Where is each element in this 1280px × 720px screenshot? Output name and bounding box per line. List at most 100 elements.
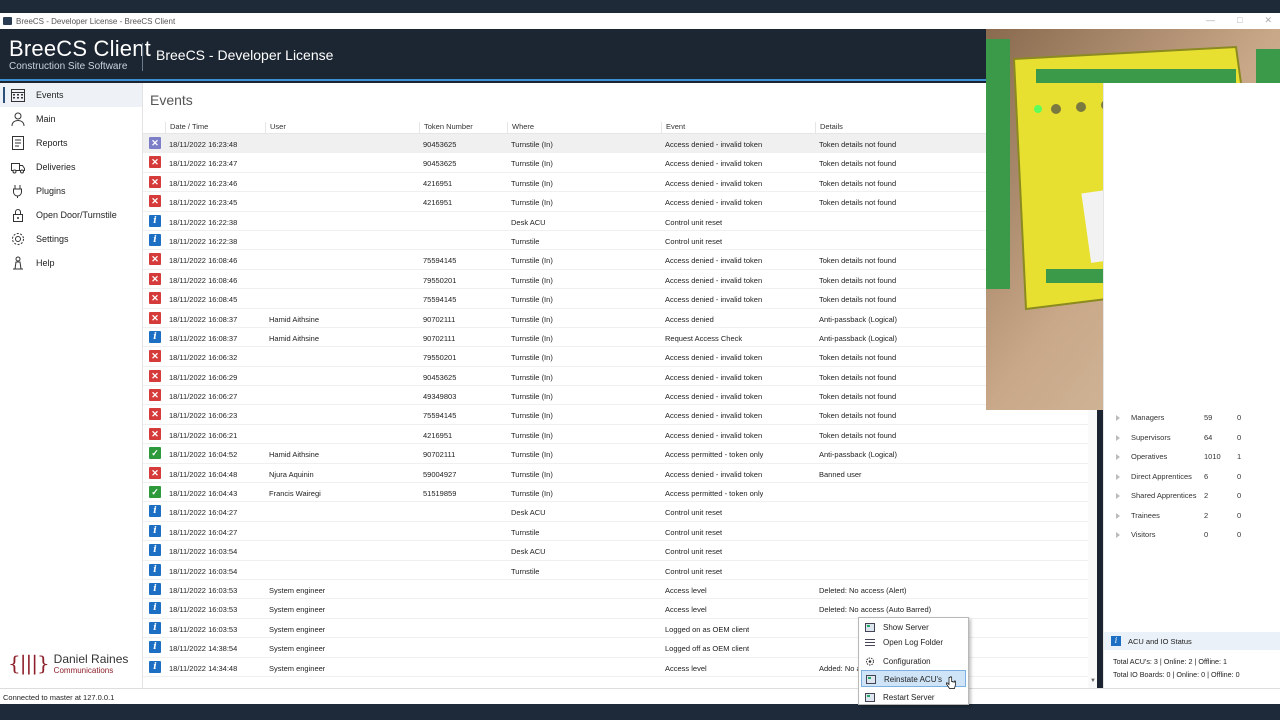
cell-where: Turnstile (In): [511, 159, 553, 169]
cell-event: Access denied - invalid token: [665, 159, 763, 169]
close-icon[interactable]: ✕: [1264, 15, 1272, 26]
person-icon: [11, 112, 25, 127]
cell-event: Access level: [665, 663, 707, 673]
menu-item-configuration[interactable]: Configuration: [861, 653, 966, 670]
menu-item-open-log-folder[interactable]: Open Log Folder: [861, 634, 966, 651]
table-row[interactable]: ✓ 18/11/2022 16:04:52 Hamid Aithsine 907021…: [143, 444, 1096, 464]
cell-details: Token details not found: [819, 372, 897, 382]
cell-event: Access permitted - token only: [665, 489, 764, 499]
table-row[interactable]: i 18/11/2022 16:03:53 System engineer Acces…: [143, 580, 1096, 600]
sidebar-item-open-door[interactable]: Open Door/Turnstile: [0, 203, 142, 227]
maximize-icon[interactable]: □: [1237, 15, 1242, 26]
table-row[interactable]: ✕ 18/11/2022 16:06:27 49349803 Turnstile (I…: [143, 386, 1096, 406]
info-icon: i: [149, 233, 161, 246]
cell-token: 75594145: [423, 256, 457, 266]
table-row[interactable]: i 18/11/2022 16:03:53 System engineer Acces…: [143, 599, 1096, 619]
cell-token: 75594145: [423, 411, 457, 421]
cell-datetime: 18/11/2022 16:04:27: [169, 527, 238, 537]
cell-event: Access denied - invalid token: [665, 411, 763, 421]
column-header-datetime[interactable]: Date / Time: [165, 122, 208, 134]
denied-icon: ✕: [149, 389, 161, 402]
cell-where: Turnstile (In): [511, 178, 553, 188]
table-row[interactable]: ✕ 18/11/2022 16:08:46 79550201 Turnstile (I…: [143, 270, 1096, 290]
table-row[interactable]: ✕ 18/11/2022 16:23:45 4216951 Turnstile (In…: [143, 192, 1096, 212]
sidebar-item-deliveries[interactable]: Deliveries: [0, 155, 142, 179]
cell-datetime: 18/11/2022 16:06:29: [169, 372, 238, 382]
sidebar-item-events[interactable]: Events: [0, 83, 142, 107]
cell-datetime: 18/11/2022 16:06:27: [169, 392, 238, 402]
info-icon: i: [149, 544, 161, 557]
table-row[interactable]: ✕ 18/11/2022 16:23:48 90453625 Turnstile (I…: [143, 134, 1096, 154]
cell-where: Turnstile: [511, 236, 540, 246]
table-row[interactable]: ✕ 18/11/2022 16:23:47 90453625 Turnstile (I…: [143, 153, 1096, 173]
cell-details: Banned user: [819, 469, 862, 479]
cell-where: Turnstile (In): [511, 140, 553, 149]
column-header-where[interactable]: Where: [507, 122, 534, 134]
cell-where: Turnstile (In): [511, 430, 553, 440]
column-header-token[interactable]: Token Number: [419, 122, 473, 134]
expand-icon[interactable]: [1116, 415, 1120, 421]
cell-where: Turnstile: [511, 527, 540, 537]
denied-icon: ✕: [149, 156, 161, 169]
table-row[interactable]: ✕ 18/11/2022 16:08:45 75594145 Turnstile (I…: [143, 289, 1096, 309]
sidebar-item-plugins[interactable]: Plugins: [0, 179, 142, 203]
cell-details: Token details not found: [819, 198, 897, 208]
page-title: Events: [150, 92, 193, 108]
logo-name: Daniel Raines: [53, 651, 129, 666]
status-bar: Connected to master at 127.0.0.1: [0, 688, 1280, 704]
sidebar-item-label: Settings: [36, 234, 69, 244]
cell-event: Access denied - invalid token: [665, 295, 763, 305]
table-row[interactable]: ✕ 18/11/2022 16:06:32 79550201 Turnstile (I…: [143, 347, 1096, 367]
sidebar-item-help[interactable]: Help: [0, 251, 142, 275]
info-icon: i: [149, 582, 161, 595]
expand-icon[interactable]: [1116, 493, 1120, 499]
cell-token: 51519859: [423, 489, 457, 499]
table-row[interactable]: ✕ 18/11/2022 16:08:37 Hamid Aithsine 907021…: [143, 309, 1096, 328]
stat-row-direct-apprentices: Direct Apprentices 6 0: [1112, 472, 1272, 484]
table-row[interactable]: ✕ 18/11/2022 16:06:29 90453625 Turnstile (I…: [143, 367, 1096, 387]
cell-details: Token details not found: [819, 353, 897, 363]
cell-datetime: 18/11/2022 16:08:46: [169, 256, 238, 266]
cell-token: 90702111: [423, 314, 456, 324]
expand-icon[interactable]: [1116, 454, 1120, 460]
cell-details: Token details not found: [819, 159, 897, 169]
table-row[interactable]: i 18/11/2022 16:22:38 Turnstile Control uni…: [143, 231, 1096, 251]
events-table-body: ✕ 18/11/2022 16:23:48 90453625 Turnstile (I…: [143, 134, 1096, 677]
cell-token: 79550201: [423, 353, 457, 363]
table-row[interactable]: i 18/11/2022 16:04:27 Turnstile Control uni…: [143, 522, 1096, 542]
column-header-event[interactable]: Event: [661, 122, 685, 134]
cell-datetime: 18/11/2022 16:03:53: [169, 585, 238, 595]
sidebar-item-label: Help: [36, 258, 55, 268]
table-row[interactable]: i 18/11/2022 16:08:37 Hamid Aithsine 907021…: [143, 328, 1096, 348]
table-row[interactable]: ✕ 18/11/2022 16:06:21 4216951 Turnstile (In…: [143, 425, 1096, 445]
table-row[interactable]: ✕ 18/11/2022 16:06:23 75594145 Turnstile (I…: [143, 405, 1096, 425]
cell-datetime: 18/11/2022 16:08:37: [169, 333, 238, 343]
expand-icon[interactable]: [1116, 435, 1120, 441]
column-header-user[interactable]: User: [265, 122, 286, 134]
expand-icon[interactable]: [1116, 513, 1120, 519]
expand-icon[interactable]: [1116, 532, 1120, 538]
sidebar-item-main[interactable]: Main: [0, 107, 142, 131]
sidebar-item-settings[interactable]: Settings: [0, 227, 142, 251]
cell-datetime: 18/11/2022 16:23:48: [169, 140, 238, 149]
column-header-details[interactable]: Details: [815, 122, 843, 134]
table-row[interactable]: ✕ 18/11/2022 16:08:46 75594145 Turnstile (I…: [143, 250, 1096, 270]
cell-datetime: 18/11/2022 16:04:48: [169, 469, 238, 479]
table-row[interactable]: i 18/11/2022 16:04:27 Desk ACU Control unit…: [143, 502, 1096, 522]
table-row[interactable]: ✕ 18/11/2022 16:23:46 4216951 Turnstile (In…: [143, 173, 1096, 193]
cell-datetime: 18/11/2022 16:23:47: [169, 159, 238, 169]
table-row[interactable]: i 18/11/2022 16:03:54 Desk ACU Control unit…: [143, 541, 1096, 561]
minimize-icon[interactable]: —: [1206, 15, 1215, 26]
table-row[interactable]: ✕ 18/11/2022 16:04:48 Njura Aquinin 5900492…: [143, 464, 1096, 484]
expand-icon[interactable]: [1116, 474, 1120, 480]
table-row[interactable]: ✓ 18/11/2022 16:04:43 Francis Wairegi 51519…: [143, 483, 1096, 503]
cell-where: Turnstile (In): [511, 295, 553, 305]
cell-datetime: 18/11/2022 16:04:43: [169, 489, 238, 499]
table-row[interactable]: i 18/11/2022 16:03:54 Turnstile Control uni…: [143, 561, 1096, 580]
table-row[interactable]: i 18/11/2022 16:22:38 Desk ACU Control unit…: [143, 212, 1096, 231]
menu-item-restart-server[interactable]: Restart Server: [861, 689, 966, 706]
sidebar-item-reports[interactable]: Reports: [0, 131, 142, 155]
sidebar-item-label: Reports: [36, 138, 68, 148]
server-icon: [865, 693, 875, 702]
scroll-down-icon[interactable]: ▼: [1090, 678, 1096, 684]
